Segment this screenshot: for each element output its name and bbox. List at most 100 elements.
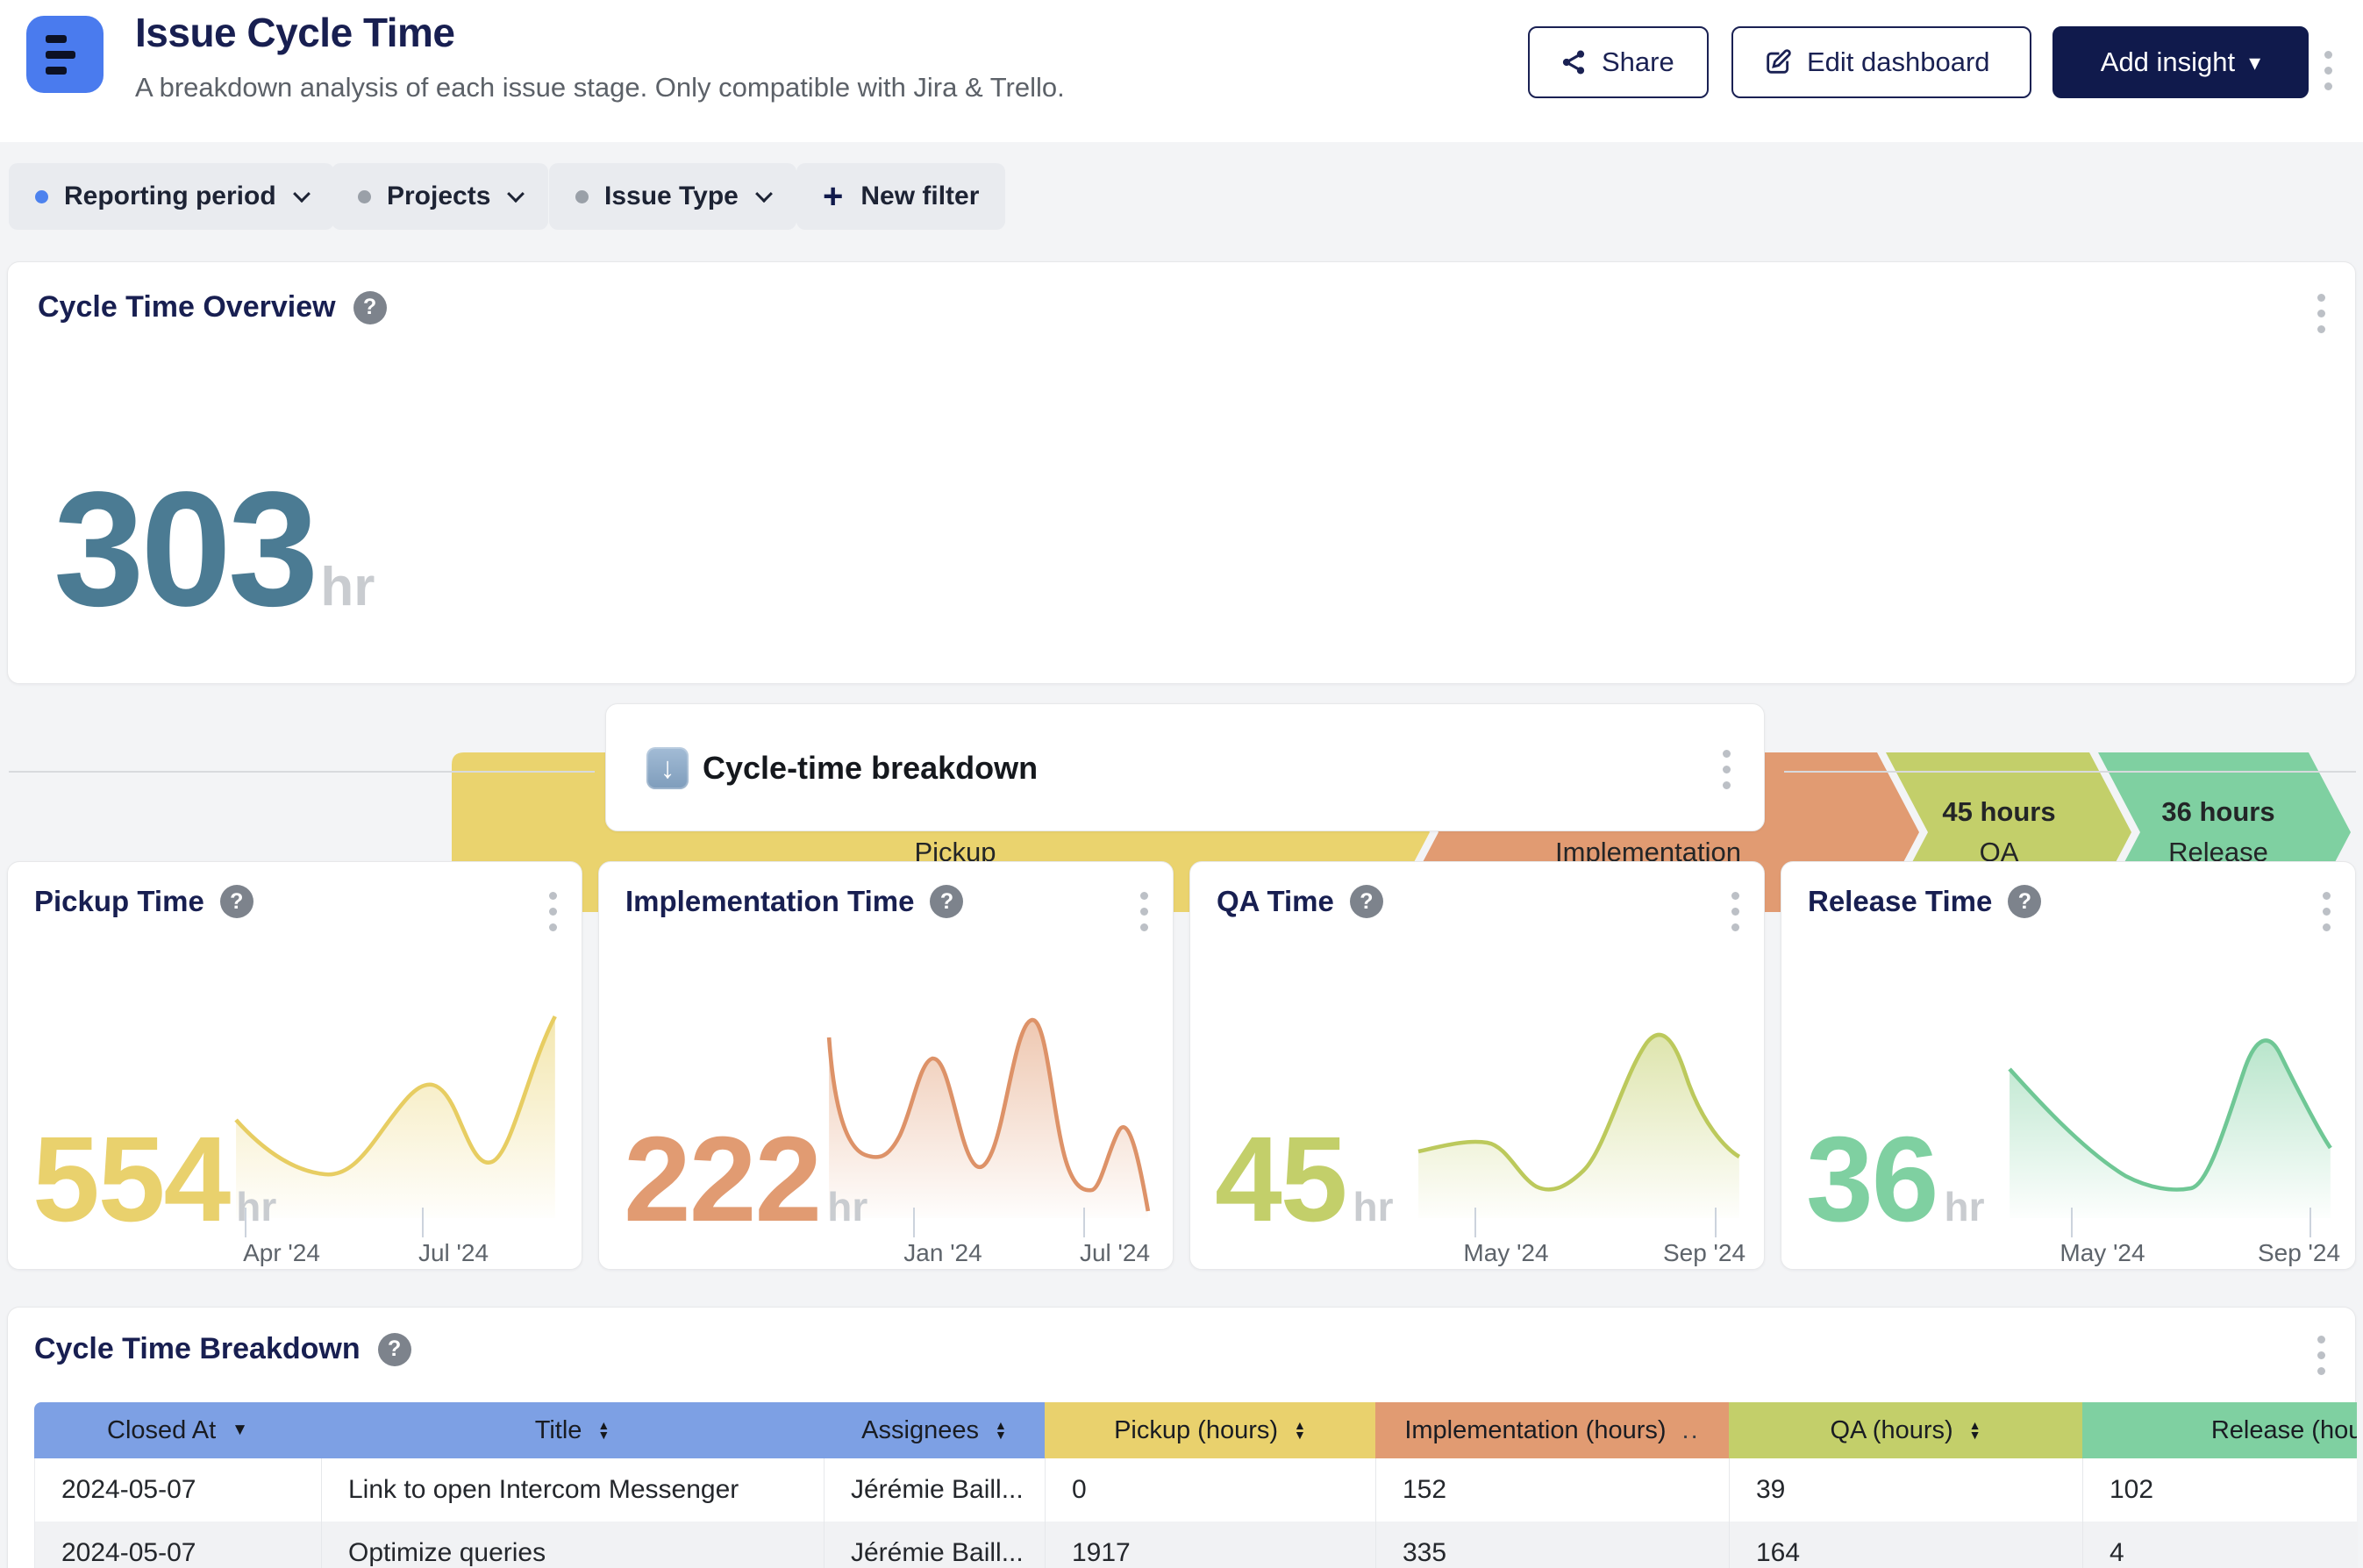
share-button[interactable]: Share	[1528, 26, 1709, 98]
column-header-pickup-hours[interactable]: Pickup (hours) ▲▼	[1045, 1402, 1375, 1458]
x-axis-tick	[913, 1208, 915, 1237]
cell-implementation-hours: 152	[1375, 1458, 1729, 1522]
cell-release-hours: 4	[2082, 1522, 2357, 1568]
column-header-closed-at[interactable]: Closed At ▼	[34, 1402, 321, 1458]
cell-assignees: Jérémie Baill...	[824, 1458, 1045, 1522]
sort-clipped-icon: ..	[1682, 1416, 1700, 1445]
x-tick-label: May '24	[2060, 1239, 2145, 1267]
table-row[interactable]: 2024-05-07 Link to open Intercom Messeng…	[34, 1458, 2357, 1522]
page-title: Issue Cycle Time	[135, 9, 454, 56]
sort-icon: ▲▼	[1294, 1421, 1306, 1440]
release-time-card: Release Time ? May '24 Sep '24 36 hr	[1781, 861, 2356, 1270]
card-kebab-menu-icon[interactable]	[1140, 892, 1148, 931]
page-subtitle: A breakdown analysis of each issue stage…	[135, 72, 1065, 103]
column-header-implementation-hours[interactable]: Implementation (hours) ..	[1375, 1402, 1729, 1458]
grid-divider-right	[1784, 771, 2356, 773]
x-axis-tick	[1083, 1208, 1085, 1237]
cycle-time-breakdown-table-card: Cycle Time Breakdown ? Closed At ▼ Title…	[7, 1307, 2356, 1568]
filter-chip-projects[interactable]: Projects	[332, 163, 548, 230]
cell-implementation-hours: 335	[1375, 1522, 1729, 1568]
column-header-assignees[interactable]: Assignees ▲▼	[824, 1402, 1045, 1458]
column-header-qa-hours[interactable]: QA (hours) ▲▼	[1729, 1402, 2082, 1458]
help-icon[interactable]: ?	[353, 291, 387, 324]
chevron-down-icon	[755, 185, 773, 203]
implementation-time-card: Implementation Time ? Jan '24 Jul '24 22…	[598, 861, 1174, 1270]
cell-release-hours: 102	[2082, 1458, 2357, 1522]
qa-time-card: QA Time ? May '24 Sep '24 45 hr	[1189, 861, 1765, 1270]
x-axis-tick	[2309, 1208, 2311, 1237]
help-icon[interactable]: ?	[378, 1333, 411, 1366]
hamburger-menu-icon[interactable]	[26, 16, 104, 93]
metric-card-title: QA Time	[1217, 885, 1334, 918]
implementation-sparkline-chart	[825, 1008, 1152, 1218]
overview-kebab-menu-icon[interactable]	[2317, 294, 2325, 333]
qa-sparkline-chart	[1417, 1008, 1743, 1218]
new-filter-button[interactable]: + New filter	[796, 163, 1005, 230]
x-tick-label: Sep '24	[2258, 1239, 2340, 1267]
cell-closed-at: 2024-05-07	[34, 1522, 321, 1568]
metric-card-title: Pickup Time	[34, 885, 204, 918]
table-kebab-menu-icon[interactable]	[2317, 1336, 2325, 1375]
chevron-down-icon	[293, 185, 311, 203]
release-sparkline-chart	[2008, 1008, 2334, 1218]
page-kebab-menu-icon[interactable]	[2324, 51, 2332, 90]
metric-value: 222 hr	[624, 1110, 867, 1250]
x-tick-label: Jan '24	[903, 1239, 982, 1267]
edit-dashboard-button[interactable]: Edit dashboard	[1731, 26, 2031, 98]
cell-title: Optimize queries	[321, 1522, 824, 1568]
x-tick-label: Jul '24	[1080, 1239, 1150, 1267]
edit-pencil-icon	[1763, 47, 1793, 77]
metric-card-title: Release Time	[1808, 885, 1992, 918]
banner-title: Cycle-time breakdown	[703, 750, 1038, 787]
filter-chip-issue-type[interactable]: Issue Type	[549, 163, 796, 230]
grid-divider-left	[9, 771, 595, 773]
dashboard-page: Issue Cycle Time A breakdown analysis of…	[0, 0, 2363, 1568]
sort-icon: ▲▼	[1969, 1421, 1981, 1440]
down-arrow-emoji-icon: ↓	[646, 747, 689, 789]
chevron-down-icon: ▾	[2249, 51, 2260, 74]
x-tick-label: Sep '24	[1663, 1239, 1745, 1267]
card-kebab-menu-icon[interactable]	[549, 892, 557, 931]
share-icon	[1560, 48, 1588, 76]
overview-card-title: Cycle Time Overview	[38, 290, 336, 324]
banner-kebab-menu-icon[interactable]	[1723, 750, 1731, 789]
cell-title: Link to open Intercom Messenger	[321, 1458, 824, 1522]
filter-dot-icon	[575, 190, 589, 203]
filter-dot-icon	[35, 190, 48, 203]
help-icon[interactable]: ?	[2008, 885, 2041, 918]
help-icon[interactable]: ?	[220, 885, 253, 918]
x-axis-tick	[2071, 1208, 2073, 1237]
cell-pickup-hours: 0	[1045, 1458, 1375, 1522]
cell-assignees: Jérémie Baill...	[824, 1522, 1045, 1568]
card-kebab-menu-icon[interactable]	[1731, 892, 1739, 931]
breakdown-table: Closed At ▼ Title ▲▼ Assignees ▲▼ Pickup…	[34, 1402, 2357, 1568]
metric-card-title: Implementation Time	[625, 885, 914, 918]
column-header-title[interactable]: Title ▲▼	[321, 1402, 824, 1458]
cell-closed-at: 2024-05-07	[34, 1458, 321, 1522]
sort-icon: ▲▼	[995, 1421, 1007, 1440]
cycle-time-breakdown-banner: ↓ Cycle-time breakdown	[605, 703, 1765, 831]
plus-icon: +	[823, 179, 843, 214]
x-axis-tick	[422, 1208, 424, 1237]
table-row[interactable]: 2024-05-07 Optimize queries Jérémie Bail…	[34, 1522, 2357, 1568]
help-icon[interactable]: ?	[930, 885, 963, 918]
cell-qa-hours: 39	[1729, 1458, 2082, 1522]
help-icon[interactable]: ?	[1350, 885, 1383, 918]
x-axis-tick	[1715, 1208, 1717, 1237]
x-axis-tick	[1474, 1208, 1476, 1237]
total-cycle-time: 303 hr	[54, 456, 375, 643]
x-tick-label: Jul '24	[418, 1239, 489, 1267]
cycle-time-overview-card: Cycle Time Overview ? 303 hr 554 hours P…	[7, 261, 2356, 684]
column-header-release-hours[interactable]: Release (hours)	[2082, 1402, 2357, 1458]
pickup-time-card: Pickup Time ? Apr '24 Jul '24 554 hr	[7, 861, 582, 1270]
top-bar: Issue Cycle Time A breakdown analysis of…	[0, 0, 2363, 142]
x-tick-label: May '24	[1463, 1239, 1548, 1267]
sort-icon: ▲▼	[597, 1421, 610, 1440]
card-kebab-menu-icon[interactable]	[2323, 892, 2331, 931]
metric-value: 36 hr	[1806, 1110, 1985, 1250]
metric-value: 554 hr	[32, 1110, 276, 1250]
metric-value: 45 hr	[1215, 1110, 1394, 1250]
filter-chip-reporting-period[interactable]: Reporting period	[9, 163, 334, 230]
table-card-title: Cycle Time Breakdown	[34, 1332, 361, 1366]
add-insight-button[interactable]: Add insight ▾	[2052, 26, 2309, 98]
